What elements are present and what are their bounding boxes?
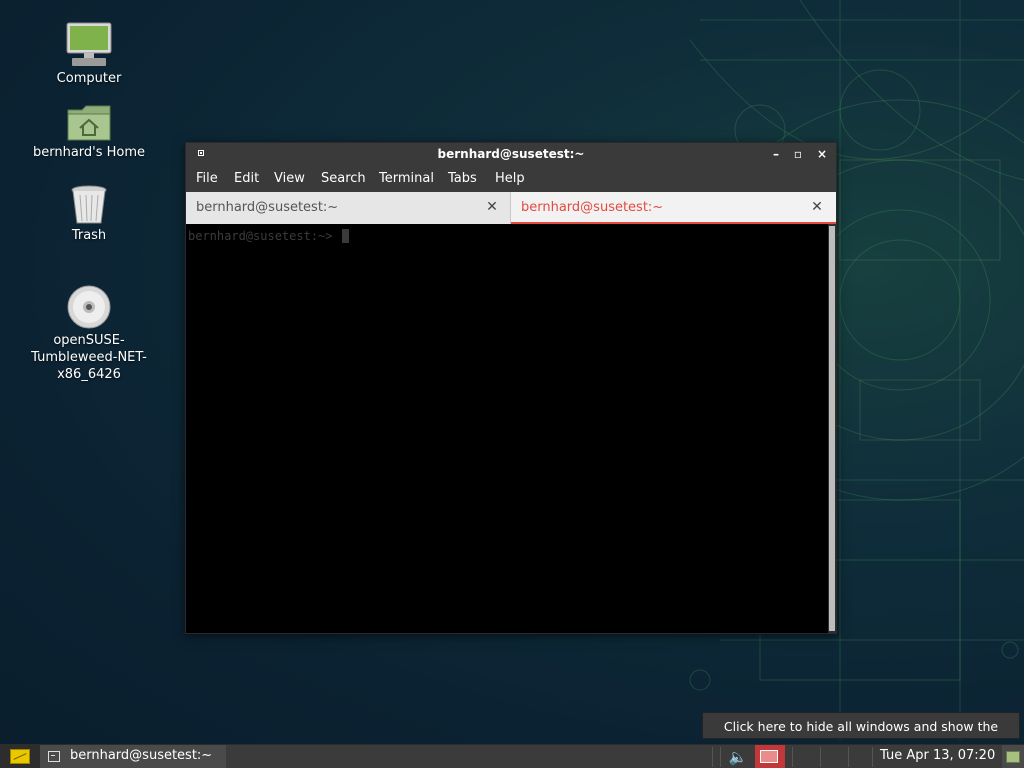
tray-separator: [720, 747, 721, 767]
tab-close-icon[interactable]: ✕: [485, 200, 499, 214]
home-folder-icon: [67, 105, 111, 141]
menu-terminal[interactable]: Terminal: [379, 171, 434, 186]
tray-separator: [712, 747, 713, 767]
taskbar-clock[interactable]: Tue Apr 13, 07:20: [880, 748, 995, 763]
menu-view[interactable]: View: [274, 171, 305, 186]
menu-search[interactable]: Search: [321, 171, 366, 186]
taskbar: bernhard@susetest:~ 🔈 Tue Apr 13, 07:20: [0, 744, 1024, 768]
tab-terminal-1[interactable]: bernhard@susetest:~ ✕: [186, 192, 511, 224]
terminal-scrollbar[interactable]: [828, 224, 836, 633]
terminal-prompt: bernhard@susetest:~>: [188, 229, 340, 243]
desktop-icon-label: bernhard's Home: [32, 145, 146, 160]
terminal-prompt-line: bernhard@susetest:~>: [188, 229, 349, 243]
optical-disc-icon: [67, 285, 111, 329]
desktop-icon-home[interactable]: bernhard's Home: [29, 104, 149, 161]
menu-tabs[interactable]: Tabs: [448, 171, 477, 186]
scrollbar-thumb[interactable]: [829, 226, 835, 631]
trash-bin-icon: [71, 185, 107, 224]
tray-separator: [872, 747, 873, 767]
menu-help[interactable]: Help: [495, 171, 525, 186]
taskbar-window-label: bernhard@susetest:~: [70, 748, 213, 763]
desktop-icon-label: openSUSE- Tumbleweed-NET- x86_6426: [31, 333, 147, 382]
terminal-output-area[interactable]: bernhard@susetest:~>: [186, 224, 828, 633]
tab-label: bernhard@susetest:~: [196, 200, 339, 215]
application-menu-button[interactable]: [0, 745, 40, 768]
volume-icon[interactable]: 🔈: [728, 747, 748, 767]
tray-separator: [848, 747, 849, 767]
desktop-icon-install-disc[interactable]: openSUSE- Tumbleweed-NET- x86_6426: [29, 284, 149, 383]
window-title: bernhard@susetest:~: [437, 147, 585, 161]
menu-edit[interactable]: Edit: [234, 171, 259, 186]
show-desktop-button[interactable]: [1002, 745, 1024, 768]
close-button[interactable]: ×: [814, 146, 830, 162]
tab-label: bernhard@susetest:~: [521, 200, 664, 215]
tray-separator: [820, 747, 821, 767]
terminal-window[interactable]: bernhard@susetest:~ – ▫ × File Edit View…: [185, 142, 837, 634]
desktop[interactable]: Computer bernhard's Home Trash openSUSE-…: [0, 0, 1024, 768]
desktop-icon-trash[interactable]: Trash: [29, 185, 149, 244]
desktop-icon-computer[interactable]: Computer: [29, 22, 149, 87]
tab-close-icon[interactable]: ✕: [810, 200, 824, 214]
network-status-icon[interactable]: [755, 745, 785, 768]
terminal-icon: [48, 751, 60, 762]
maximize-button[interactable]: ▫: [790, 146, 806, 162]
application-menu-icon: [10, 749, 30, 764]
text-cursor: [341, 229, 349, 243]
tab-terminal-2-active[interactable]: bernhard@susetest:~ ✕: [511, 192, 836, 224]
minimize-button[interactable]: –: [768, 146, 784, 162]
tray-separator: [792, 747, 793, 767]
menu-bar: File Edit View Search Terminal Tabs Help: [186, 165, 836, 192]
computer-monitor-icon: [66, 22, 112, 66]
tab-bar: bernhard@susetest:~ ✕ bernhard@susetest:…: [186, 192, 836, 224]
desktop-icon-label: Trash: [71, 228, 107, 243]
window-titlebar[interactable]: bernhard@susetest:~ – ▫ ×: [186, 143, 836, 165]
desktop-icon-label: Computer: [56, 71, 122, 86]
menu-file[interactable]: File: [196, 171, 218, 186]
show-desktop-tooltip: Click here to hide all windows and show …: [702, 712, 1020, 761]
taskbar-window-button[interactable]: bernhard@susetest:~: [40, 745, 226, 768]
